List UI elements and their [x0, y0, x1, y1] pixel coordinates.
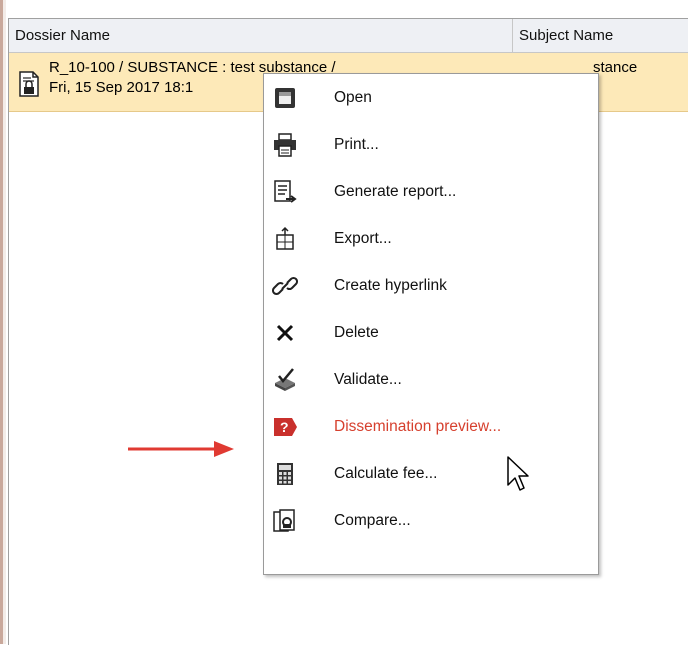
calculator-icon: [277, 463, 293, 485]
menu-item-print[interactable]: Print...: [264, 123, 598, 169]
export-icon: [276, 226, 294, 250]
table-header: Dossier Name Subject Name: [9, 19, 688, 53]
menu-item-label: Validate...: [334, 371, 402, 388]
menu-item-calculate-fee[interactable]: Calculate fee...: [264, 452, 598, 498]
menu-item-label: Open: [334, 89, 372, 106]
menu-item-generate-report[interactable]: Generate report...: [264, 170, 598, 216]
column-header-subject-name[interactable]: Subject Name: [513, 19, 688, 52]
menu-item-compare[interactable]: Compare...: [264, 499, 598, 545]
locked-dossier-icon: [19, 71, 39, 97]
context-menu: Open Print... Generate report... Export.…: [263, 73, 599, 575]
menu-item-label: Compare...: [334, 512, 411, 529]
menu-item-label: Print...: [334, 136, 379, 153]
mouse-pointer-icon: [507, 456, 529, 491]
menu-item-export[interactable]: Export...: [264, 217, 598, 263]
menu-item-dissemination-preview[interactable]: ? Dissemination preview...: [264, 405, 598, 451]
window-left-border-inner: [3, 0, 6, 644]
menu-item-label: Calculate fee...: [334, 465, 438, 482]
top-strip: [6, 0, 688, 18]
validate-icon: [275, 368, 295, 391]
compare-icon: [273, 509, 295, 532]
menu-item-validate[interactable]: Validate...: [264, 358, 598, 404]
delete-icon: [276, 324, 294, 342]
menu-item-label: Delete: [334, 324, 379, 341]
menu-item-label: Generate report...: [334, 183, 457, 200]
menu-item-label: Create hyperlink: [334, 277, 447, 294]
link-icon: [272, 276, 298, 296]
subject-name-cell: stance: [593, 59, 638, 76]
annotation-arrow-icon: [128, 441, 234, 457]
open-icon: [275, 88, 295, 108]
column-header-dossier-name[interactable]: Dossier Name: [9, 19, 513, 52]
menu-item-delete[interactable]: Delete: [264, 311, 598, 357]
printer-icon: [274, 133, 296, 157]
menu-item-create-hyperlink[interactable]: Create hyperlink: [264, 264, 598, 310]
report-icon: [274, 180, 297, 203]
menu-item-label: Dissemination preview...: [334, 418, 502, 435]
svg-text:?: ?: [280, 419, 289, 435]
help-question-icon: ?: [274, 418, 297, 436]
menu-item-open[interactable]: Open: [264, 76, 598, 122]
menu-item-label: Export...: [334, 230, 392, 247]
